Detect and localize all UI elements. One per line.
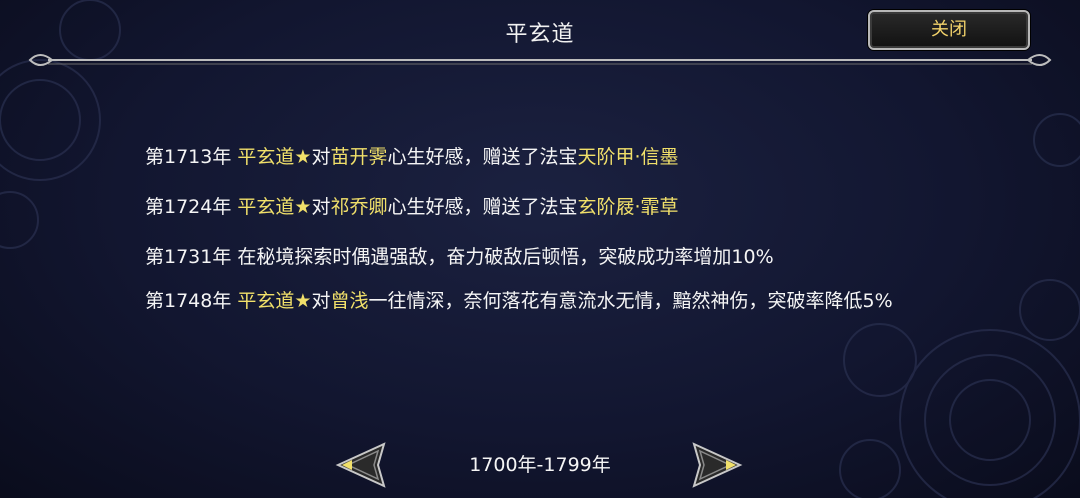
log-highlight: 祁乔卿 <box>330 196 388 218</box>
log-text: 心生好感，赠送了法宝 <box>387 146 578 168</box>
header-divider <box>28 54 1052 66</box>
log-text: 对 <box>311 146 331 168</box>
log-highlight: 玄阶屐·霏草 <box>577 196 679 218</box>
left-arrow-icon <box>335 442 386 488</box>
next-page-button[interactable] <box>690 438 744 492</box>
log-highlight: 平玄道★ <box>237 146 312 168</box>
log-highlight: 平玄道★ <box>237 196 312 218</box>
log-highlight: 苗开霁 <box>330 146 388 168</box>
log-entry: 第1731年 在秘境探索时偶遇强敌，奋力破敌后顿悟，突破成功率增加10% <box>145 240 945 274</box>
log-text: 对 <box>311 290 331 312</box>
right-arrow-icon <box>692 442 743 488</box>
log-text: 一往情深，奈何落花有意流水无情，黯然神伤，突破率降低5% <box>368 290 893 312</box>
log-highlight: 曾浅 <box>330 290 369 312</box>
log-entry: 第1713年 平玄道★对苗开霁心生好感，赠送了法宝天阶甲·信墨 <box>145 140 945 174</box>
close-button[interactable]: 关闭 <box>868 10 1030 50</box>
page-range-label: 1700年-1799年 <box>469 454 611 476</box>
event-log: 第1713年 平玄道★对苗开霁心生好感，赠送了法宝天阶甲·信墨 第1724年 平玄… <box>145 140 945 318</box>
log-year: 第1724年 <box>145 196 232 218</box>
log-highlight: 平玄道★ <box>237 290 312 312</box>
log-entry: 第1748年 平玄道★对曾浅一往情深，奈何落花有意流水无情，黯然神伤，突破率降低… <box>145 284 945 318</box>
log-year: 第1731年 <box>145 246 232 268</box>
log-year: 第1748年 <box>145 290 232 312</box>
log-text: 在秘境探索时偶遇强敌，奋力破敌后顿悟，突破成功率增加10% <box>237 246 774 268</box>
prev-page-button[interactable] <box>334 438 388 492</box>
log-entry: 第1724年 平玄道★对祁乔卿心生好感，赠送了法宝玄阶屐·霏草 <box>145 190 945 224</box>
log-text: 对 <box>311 196 331 218</box>
log-text: 心生好感，赠送了法宝 <box>387 196 578 218</box>
log-highlight: 天阶甲·信墨 <box>577 146 679 168</box>
log-year: 第1713年 <box>145 146 232 168</box>
